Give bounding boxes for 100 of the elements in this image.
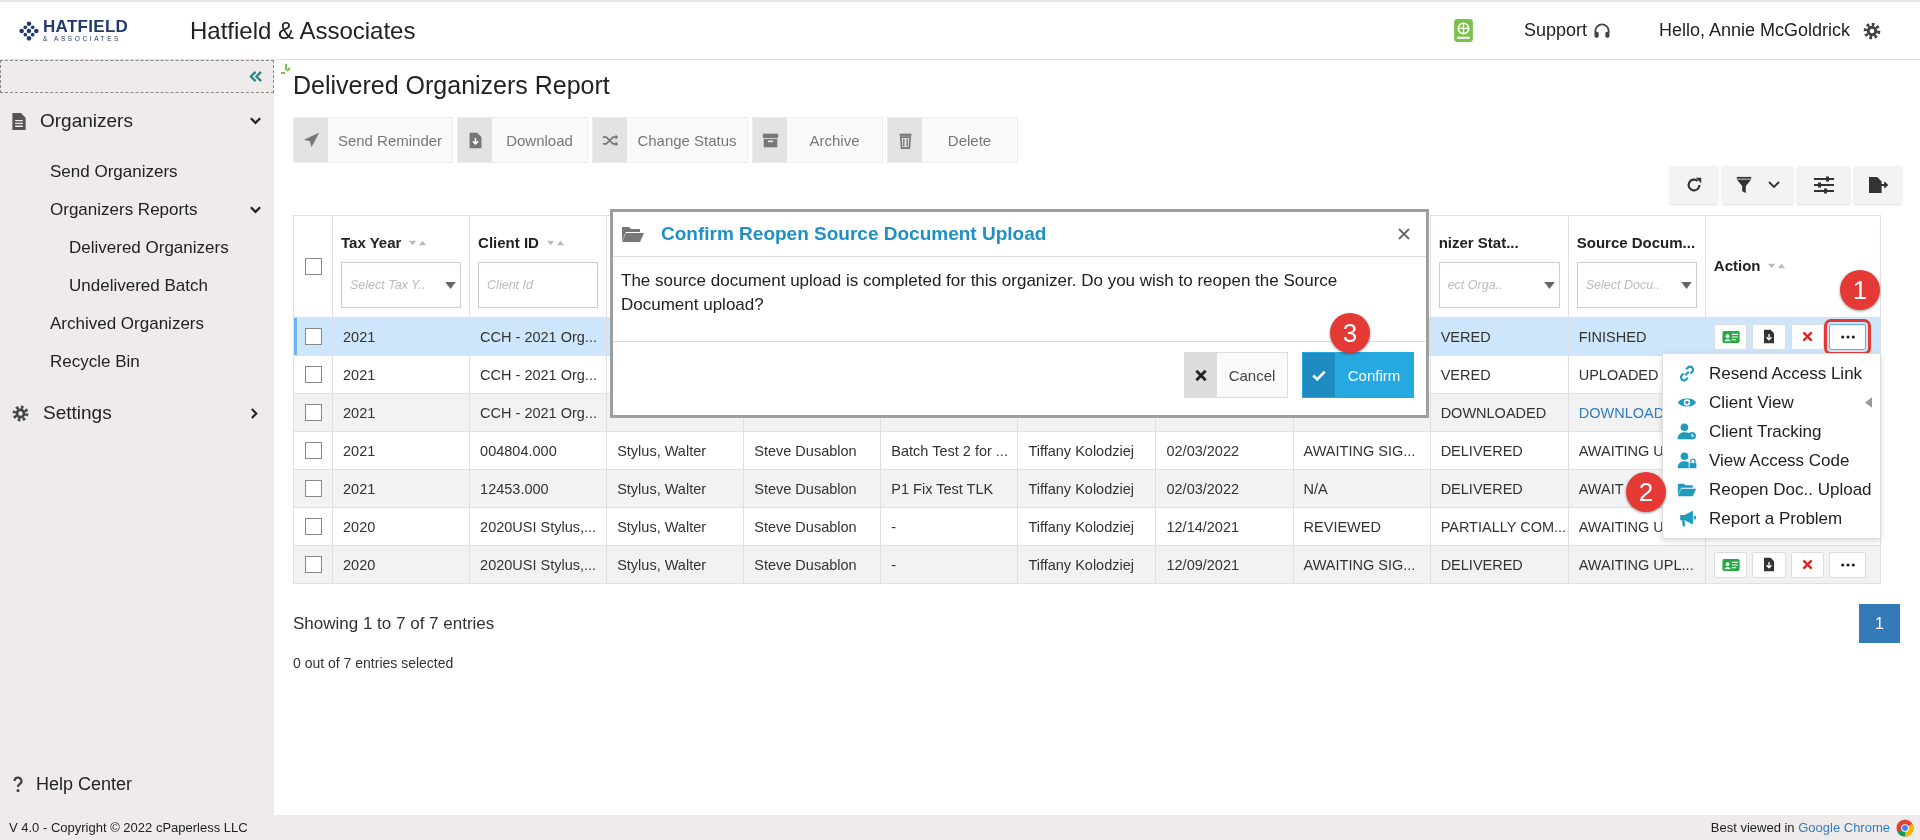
filter-button[interactable] xyxy=(1722,166,1793,204)
checkbox[interactable] xyxy=(304,442,322,460)
row-select-cell[interactable] xyxy=(293,355,333,394)
diamond-logo-icon xyxy=(18,19,40,42)
id-card-icon xyxy=(1721,330,1740,343)
cancel-button[interactable]: Cancel xyxy=(1184,352,1288,398)
checkbox[interactable] xyxy=(304,480,322,498)
table-cell: 12453.000 xyxy=(480,480,549,497)
sliders-icon xyxy=(1812,176,1835,194)
double-chevron-left-icon xyxy=(248,70,263,83)
table-cell: Stylus, Walter xyxy=(617,480,707,497)
sidebar-collapse-bar[interactable] xyxy=(0,60,274,93)
menu-item[interactable]: Client View xyxy=(1663,388,1880,417)
table-cell: AWAITING SIG... xyxy=(1303,442,1416,459)
settings-icon[interactable] xyxy=(1862,20,1882,41)
table-cell: AWAITING UPL... xyxy=(1578,556,1694,573)
table-cell: UPLOADED xyxy=(1578,366,1659,383)
column-header[interactable]: nizer Stat... xyxy=(1438,233,1519,251)
toolbar-button[interactable]: Change Status xyxy=(592,117,748,163)
table-cell: Tiffany Kolodziej xyxy=(1028,480,1134,497)
table-cell: Steve Dusablon xyxy=(754,518,857,535)
toolbar-button[interactable]: Download xyxy=(457,117,588,163)
row-select-cell[interactable] xyxy=(293,469,333,508)
checkbox[interactable] xyxy=(304,518,322,536)
page-title: Delivered Organizers Report xyxy=(293,70,610,101)
folder-open-icon xyxy=(621,225,645,243)
sidebar-item[interactable]: Archived Organizers xyxy=(0,305,274,343)
table-cell: P1 Fix Test TLK xyxy=(891,480,994,497)
filter-field[interactable]: Client Id xyxy=(478,262,599,308)
support-link[interactable]: Support xyxy=(1523,20,1587,41)
sidebar-item[interactable]: Organizers xyxy=(0,99,274,143)
delete-button[interactable] xyxy=(1790,323,1825,350)
download-button[interactable] xyxy=(1752,551,1786,578)
filter-field[interactable]: Select Docu.. xyxy=(1576,262,1697,308)
id-card-icon xyxy=(1721,558,1740,571)
table-cell: Tiffany Kolodziej xyxy=(1028,518,1134,535)
table-cell: CCH - 2021 Org... xyxy=(480,404,597,421)
column-header[interactable]: Source Docum... xyxy=(1576,233,1696,251)
download-button[interactable] xyxy=(1752,323,1786,350)
table-cell: 2020 xyxy=(343,518,376,535)
link-icon xyxy=(1677,365,1697,382)
chevron-right-icon xyxy=(250,406,259,420)
table-cell: 2021 xyxy=(343,480,376,497)
entries-info: Showing 1 to 7 of 7 entries xyxy=(293,613,495,634)
row-select-cell[interactable] xyxy=(293,507,333,546)
menu-item[interactable]: Client Tracking xyxy=(1663,417,1880,446)
table-cell: 004804.000 xyxy=(480,442,557,459)
dropdown-arrow-icon xyxy=(1543,282,1555,289)
sidebar-item[interactable]: Recycle Bin xyxy=(0,343,274,381)
toolbar-button[interactable]: Delete xyxy=(887,117,1018,163)
dialog-title: Confirm Reopen Source Document Upload xyxy=(661,223,1047,245)
row-select-cell[interactable] xyxy=(293,317,333,356)
sidebar-item[interactable]: Settings xyxy=(0,391,274,435)
toolbar-button[interactable]: Send Reminder xyxy=(293,117,453,163)
delete-button[interactable] xyxy=(1790,551,1825,578)
browser-link[interactable]: Google Chrome xyxy=(1798,820,1890,835)
checkbox[interactable] xyxy=(304,556,322,574)
refresh-icon xyxy=(1685,176,1703,194)
menu-item[interactable]: Reopen Doc.. Upload xyxy=(1663,475,1880,504)
help-center-link[interactable]: Help Center xyxy=(0,774,274,815)
table-cell: N/A xyxy=(1303,480,1328,497)
checkbox[interactable] xyxy=(304,258,322,276)
bullhorn-icon xyxy=(1677,510,1697,527)
filter-field[interactable]: ect Orga.. xyxy=(1438,262,1560,308)
column-settings-button[interactable] xyxy=(1797,166,1850,204)
table-cell: Stylus, Walter xyxy=(617,442,707,459)
menu-item[interactable]: Resend Access Link xyxy=(1663,359,1880,388)
checkbox[interactable] xyxy=(304,328,322,346)
refresh-button[interactable] xyxy=(1670,166,1718,204)
delete-cross-icon xyxy=(1801,559,1813,570)
sidebar-item[interactable]: Organizers Reports xyxy=(0,191,274,229)
column-header[interactable]: Action xyxy=(1713,256,1789,274)
sidebar-item[interactable]: Send Organizers xyxy=(0,153,274,191)
toolbar-button[interactable]: Archive xyxy=(752,117,883,163)
page-button[interactable]: 1 xyxy=(1859,604,1900,643)
checkbox[interactable] xyxy=(304,366,322,384)
row-select-cell[interactable] xyxy=(293,393,333,432)
table-cell: - xyxy=(891,556,897,573)
row-select-cell[interactable] xyxy=(293,431,333,470)
column-header[interactable]: Tax Year xyxy=(341,233,430,251)
user-greeting[interactable]: Hello, Annie McGoldrick xyxy=(1658,20,1850,41)
filter-field[interactable]: Select Tax Y.. xyxy=(341,262,462,308)
menu-item[interactable]: Report a Problem xyxy=(1663,504,1880,533)
table-cell: DELIVERED xyxy=(1440,442,1523,459)
logo-name: HATFIELD xyxy=(43,18,129,36)
export-button[interactable] xyxy=(1854,166,1902,204)
column-header[interactable]: Client ID xyxy=(478,233,567,251)
table-cell: PARTIALLY COM... xyxy=(1440,518,1567,535)
sidebar-item[interactable]: Undelivered Batch xyxy=(0,267,274,305)
delete-cross-icon xyxy=(1801,331,1813,342)
copyright-text: V 4.0 - Copyright © 2022 cPaperless LLC xyxy=(9,820,248,835)
menu-item[interactable]: View Access Code xyxy=(1663,446,1880,475)
row-select-cell[interactable] xyxy=(293,545,333,584)
selection-info: 0 out of 7 entries selected xyxy=(293,655,455,671)
globe-book-icon xyxy=(1452,18,1474,43)
table-cell: 2020USI Stylus,... xyxy=(480,556,597,573)
checkbox[interactable] xyxy=(304,404,322,422)
chevron-down-icon xyxy=(1766,180,1781,190)
ellipsis-icon xyxy=(1840,562,1855,567)
sidebar-item[interactable]: Delivered Organizers xyxy=(0,229,274,267)
